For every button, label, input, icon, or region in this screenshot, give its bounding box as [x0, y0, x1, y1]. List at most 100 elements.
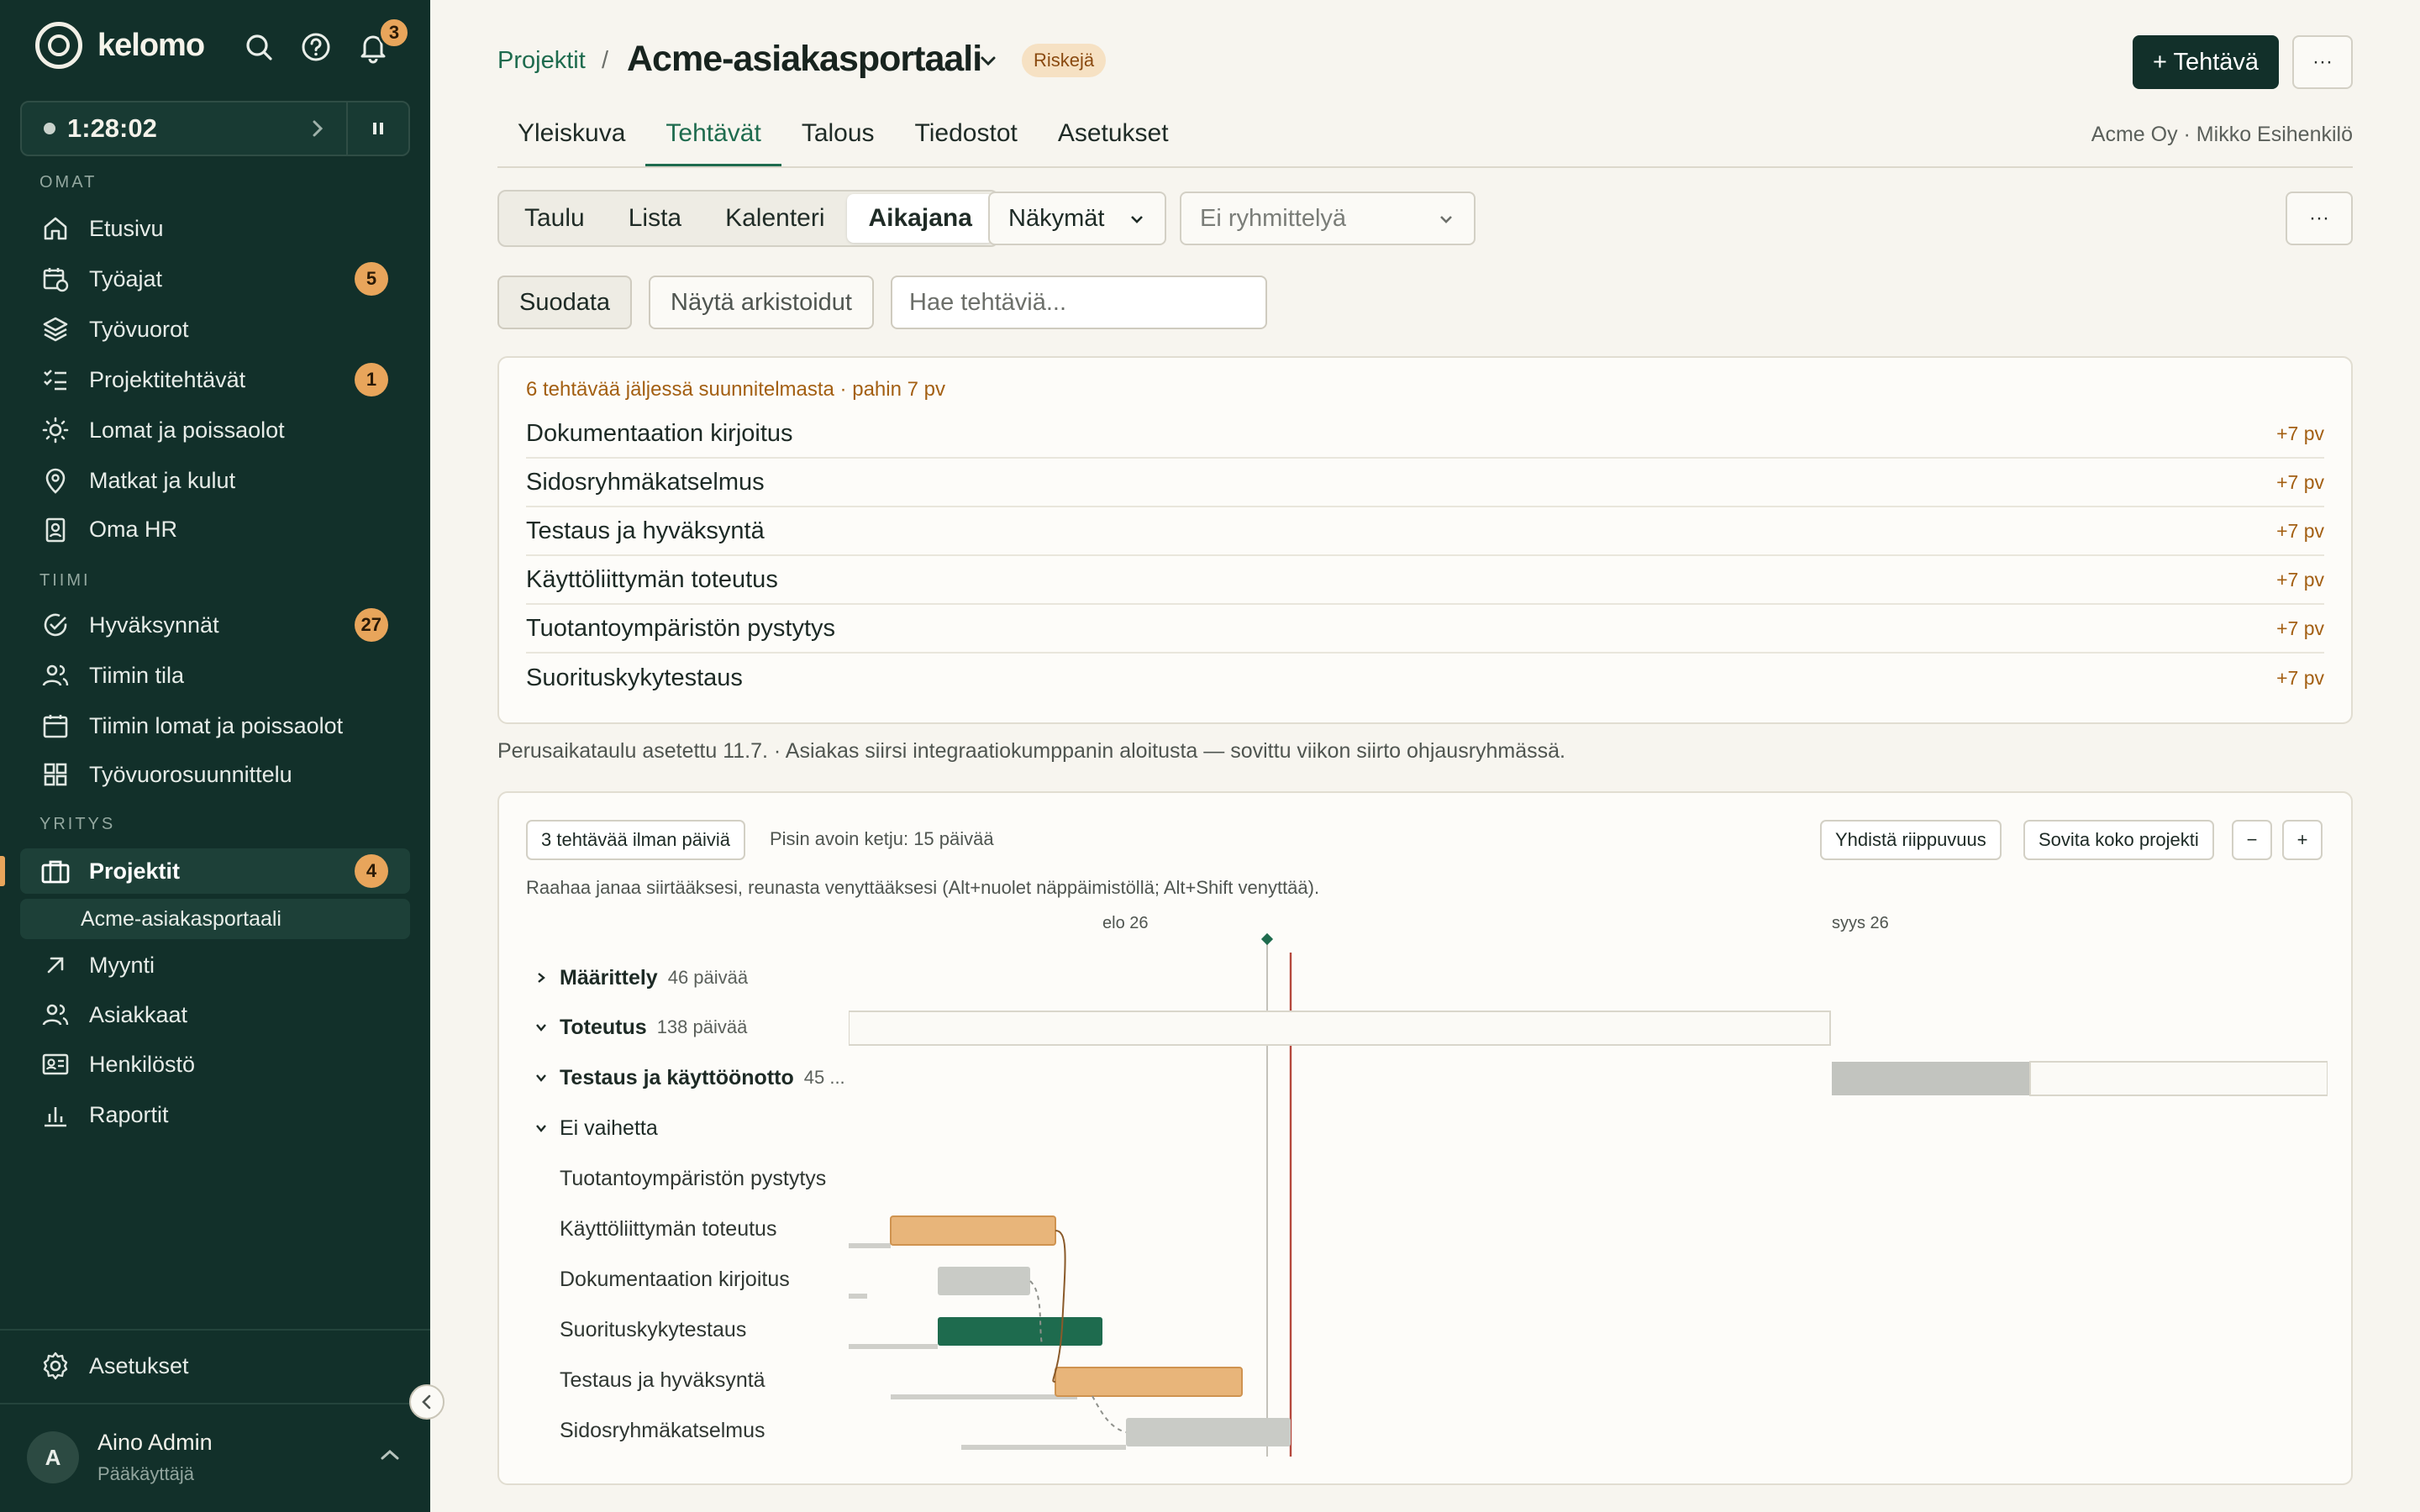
fit-project-button[interactable]: Sovita koko projekti	[2023, 820, 2214, 860]
sidebar-item-tyovuorot[interactable]: Työvuorot	[20, 307, 410, 352]
check-circle-icon	[39, 608, 72, 642]
time-tracker[interactable]: 1:28:02	[20, 101, 410, 156]
phase-row-ei-vaihetta[interactable]: Ei vaihetta	[526, 1110, 658, 1147]
zoom-in-button[interactable]: +	[2282, 820, 2323, 860]
chevron-right-icon[interactable]	[289, 102, 348, 155]
breadcrumb-projektit[interactable]: Projektit	[497, 47, 586, 75]
milestone-diamond-icon[interactable]	[1260, 932, 1274, 946]
task-name[interactable]: Suorituskykytestaus	[560, 1311, 746, 1348]
bell-icon[interactable]: 3	[356, 17, 410, 64]
link-dependency-button[interactable]: Yhdistä riippuvuus	[1820, 820, 2002, 860]
sidebar-item-asetukset[interactable]: Asetukset	[20, 1343, 410, 1389]
late-task-row[interactable]: Sidosryhmäkatselmus +7 pv	[526, 459, 2324, 507]
sidebar-item-tyoajat[interactable]: Työajat 5	[20, 256, 410, 302]
task-name[interactable]: Sidosryhmäkatselmus	[560, 1412, 765, 1449]
phase-bar-toteutus[interactable]	[849, 1011, 1831, 1046]
sidebar-item-henkilosto[interactable]: Henkilöstö	[20, 1042, 410, 1087]
tab-yleiskuva[interactable]: Yleiskuva	[497, 114, 645, 166]
sidebar-item-matkat[interactable]: Matkat ja kulut	[20, 458, 410, 503]
sidebar-item-projektitehtavat[interactable]: Projektitehtävät 1	[20, 357, 410, 402]
filter-button[interactable]: Suodata	[497, 276, 633, 329]
chevron-down-icon[interactable]	[978, 52, 998, 73]
show-archived-button[interactable]: Näytä arkistoidut	[649, 276, 874, 329]
briefcase-icon	[39, 854, 72, 888]
sidebar-item-raportit[interactable]: Raportit	[20, 1092, 410, 1137]
task-name[interactable]: Käyttöliittymän toteutus	[560, 1210, 776, 1247]
sidebar-item-tiimin-tila[interactable]: Tiimin tila	[20, 653, 410, 698]
more-options-button[interactable]: ···	[2292, 35, 2353, 89]
client-info: Acme Oy · Mikko Esihenkilö	[2091, 123, 2353, 146]
page-title[interactable]: Acme-asiakasportaali	[627, 39, 982, 80]
collapse-sidebar-button[interactable]	[409, 1384, 445, 1420]
baseline-bar	[849, 1243, 891, 1248]
sidebar-item-tiimin-lomat[interactable]: Tiimin lomat ja poissaolot	[20, 703, 410, 748]
phase-row-toteutus[interactable]: Toteutus 138 päivää	[526, 1009, 747, 1046]
gantt-chart	[849, 932, 2328, 1457]
task-bar-kayttoliittyma[interactable]	[890, 1215, 1056, 1246]
late-task-row[interactable]: Käyttöliittymän toteutus +7 pv	[526, 556, 2324, 605]
chevron-down-icon[interactable]	[526, 1121, 556, 1136]
sidebar-subitem-acme[interactable]: Acme-asiakasportaali	[20, 899, 410, 939]
tab-tiedostot[interactable]: Tiedostot	[895, 114, 1038, 166]
phase-bar-testaus-progress[interactable]	[1832, 1062, 2030, 1095]
section-label-yritys: YRITYS	[39, 815, 116, 833]
view-taulu[interactable]: Taulu	[502, 194, 607, 243]
brand-name: kelomo	[97, 27, 205, 63]
sidebar-item-asiakkaat[interactable]: Asiakkaat	[20, 992, 410, 1037]
sidebar-item-projektit[interactable]: Projektit 4	[20, 848, 410, 894]
brand[interactable]: kelomo	[35, 20, 205, 71]
view-more-button[interactable]: ···	[2286, 192, 2353, 245]
sidebar-item-tyovuorosuunnittelu[interactable]: Työvuorosuunnittelu	[20, 752, 410, 797]
zoom-out-button[interactable]: −	[2232, 820, 2272, 860]
late-task-row[interactable]: Dokumentaation kirjoitus +7 pv	[526, 410, 2324, 459]
late-task-row[interactable]: Tuotantoympäristön pystytys +7 pv	[526, 605, 2324, 654]
task-bar-suorituskyky[interactable]	[938, 1317, 1102, 1346]
view-lista[interactable]: Lista	[607, 194, 703, 243]
avatar[interactable]: A	[27, 1431, 79, 1483]
bar-chart-icon	[39, 1098, 72, 1131]
pause-icon[interactable]	[348, 102, 408, 155]
views-dropdown[interactable]: Näkymät	[988, 192, 1166, 245]
add-task-button[interactable]: + Tehtävä	[2133, 35, 2279, 89]
dependency-arrow[interactable]	[1052, 1230, 1066, 1383]
sidebar-item-myynti[interactable]: Myynti	[20, 942, 410, 988]
late-task-row[interactable]: Suorituskykytestaus +7 pv	[526, 654, 2324, 702]
chevron-left-icon	[422, 1394, 431, 1410]
view-kalenteri[interactable]: Kalenteri	[703, 194, 846, 243]
task-bar-dokumentaatio[interactable]	[938, 1267, 1030, 1295]
search-input[interactable]	[891, 276, 1267, 329]
task-bar-sidosryhma[interactable]	[1126, 1418, 1291, 1446]
count-badge: 1	[355, 363, 388, 396]
view-aikajana[interactable]: Aikajana	[846, 194, 994, 243]
undated-tasks-chip[interactable]: 3 tehtävää ilman päiviä	[526, 820, 746, 860]
grouping-select[interactable]: Ei ryhmittelyä	[1180, 192, 1476, 245]
task-name[interactable]: Testaus ja hyväksyntä	[560, 1362, 765, 1399]
chevron-down-icon[interactable]	[526, 1020, 556, 1035]
phase-row-testaus[interactable]: Testaus ja käyttöönotto 45 ...	[526, 1059, 845, 1096]
tab-talous[interactable]: Talous	[781, 114, 895, 166]
sidebar-item-etusivu[interactable]: Etusivu	[20, 206, 410, 251]
schedule-note: Perusaikataulu asetettu 11.7. · Asiakas …	[497, 739, 1565, 763]
tab-tehtavat[interactable]: Tehtävät	[645, 114, 781, 166]
task-bar-testaus[interactable]	[1055, 1367, 1243, 1397]
sidebar-item-hyvaksynnat[interactable]: Hyväksynnät 27	[20, 602, 410, 648]
help-icon[interactable]	[299, 30, 333, 64]
chevron-right-icon[interactable]	[526, 969, 556, 986]
phase-bar-testaus[interactable]	[2029, 1061, 2328, 1096]
breadcrumb-separator: /	[602, 47, 609, 74]
sidebar-item-lomat[interactable]: Lomat ja poissaolot	[20, 407, 410, 453]
late-task-row[interactable]: Testaus ja hyväksyntä +7 pv	[526, 507, 2324, 556]
chevron-up-icon[interactable]	[378, 1446, 402, 1467]
users-icon	[39, 998, 72, 1032]
chevron-down-icon[interactable]	[526, 1070, 556, 1085]
dependency-arrow[interactable]	[1092, 1395, 1127, 1433]
task-name[interactable]: Tuotantoympäristön pystytys	[560, 1160, 826, 1197]
id-card-icon	[39, 1047, 72, 1081]
checklist-icon	[39, 363, 72, 396]
notification-badge: 3	[378, 17, 410, 49]
sidebar-item-oma-hr[interactable]: Oma HR	[20, 507, 410, 552]
tab-asetukset[interactable]: Asetukset	[1038, 114, 1189, 166]
task-name[interactable]: Dokumentaation kirjoitus	[560, 1261, 790, 1298]
phase-row-maarittely[interactable]: Määrittely 46 päivää	[526, 959, 748, 996]
search-icon[interactable]	[242, 30, 276, 64]
